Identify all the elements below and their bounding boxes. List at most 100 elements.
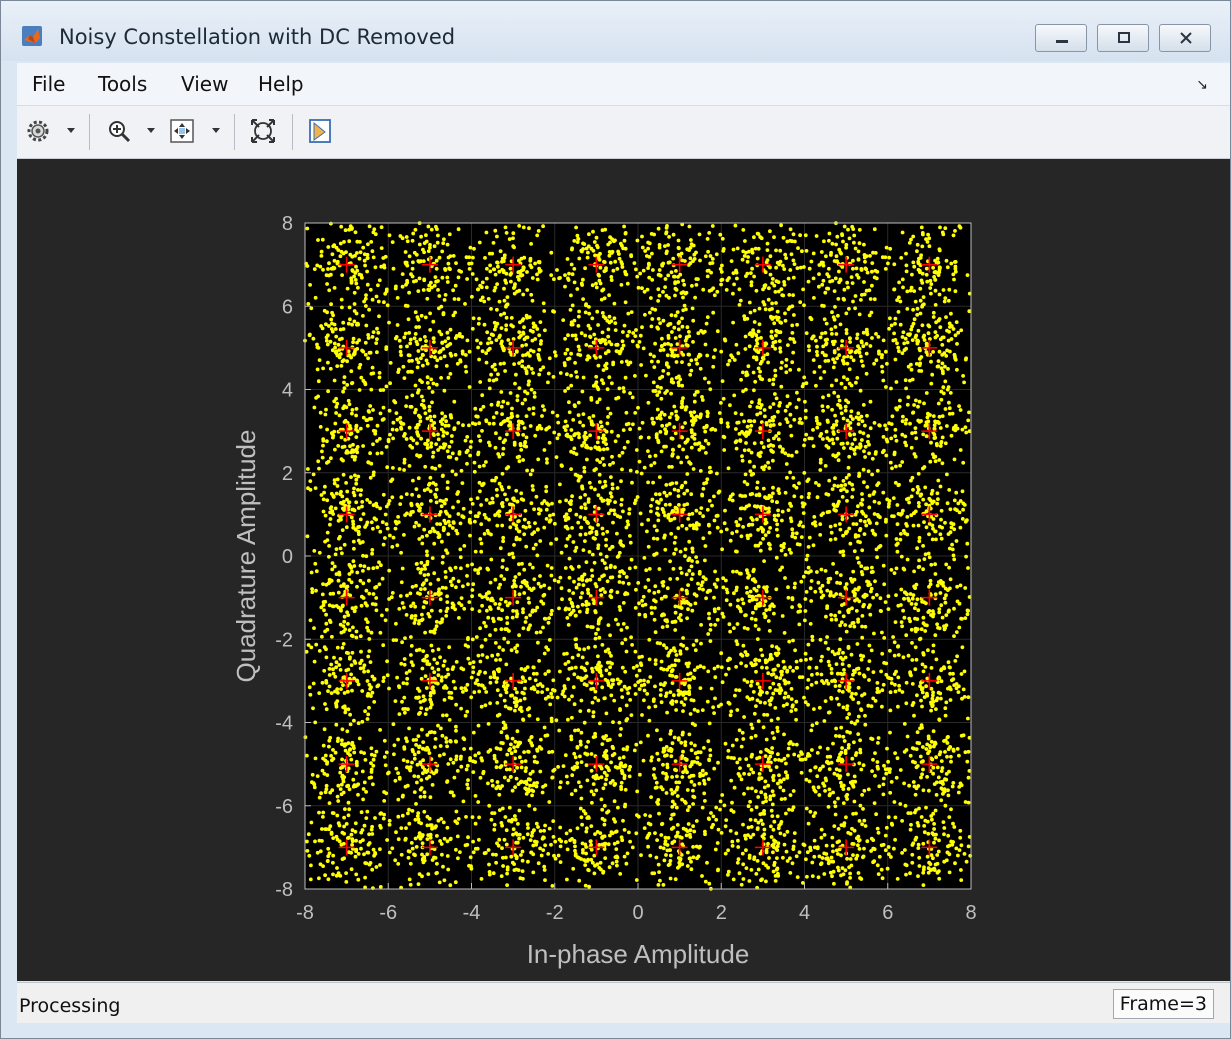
received-symbol-point: [522, 691, 526, 696]
menu-file[interactable]: File: [32, 72, 65, 96]
received-symbol-point: [374, 585, 379, 589]
received-symbol-point: [571, 540, 576, 544]
received-symbol-point: [595, 862, 600, 867]
received-symbol-point: [588, 839, 593, 843]
received-symbol-point: [610, 482, 615, 487]
title-bar[interactable]: Noisy Constellation with DC Removed: [1, 1, 1230, 61]
menu-help[interactable]: Help: [258, 72, 304, 96]
received-symbol-point: [644, 568, 649, 573]
received-symbol-point: [547, 440, 552, 445]
gear-dropdown-caret-icon[interactable]: [67, 128, 75, 133]
received-symbol-point: [494, 431, 498, 436]
received-symbol-point: [436, 723, 440, 728]
received-symbol-point: [602, 561, 607, 565]
zoom-dropdown-caret-icon[interactable]: [147, 128, 155, 133]
received-symbol-point: [414, 252, 419, 257]
received-symbol-point: [501, 864, 505, 868]
received-symbol-point: [526, 826, 530, 830]
received-symbol-point: [367, 307, 371, 312]
received-symbol-point: [434, 487, 439, 492]
minimize-button[interactable]: [1035, 24, 1087, 52]
zoom-in-icon[interactable]: [106, 118, 132, 144]
received-symbol-point: [342, 619, 347, 624]
received-symbol-point: [388, 381, 392, 386]
received-symbol-point: [510, 788, 515, 793]
received-symbol-point: [352, 564, 357, 568]
received-symbol-point: [356, 285, 360, 290]
received-symbol-point: [352, 493, 357, 498]
received-symbol-point: [674, 481, 679, 485]
received-symbol-point: [469, 695, 474, 700]
received-symbol-point: [354, 849, 358, 854]
received-symbol-point: [488, 633, 492, 638]
received-symbol-point: [639, 471, 644, 476]
close-icon: [1180, 32, 1192, 44]
received-symbol-point: [454, 456, 459, 461]
received-symbol-point: [568, 597, 572, 602]
received-symbol-point: [551, 375, 556, 379]
received-symbol-point: [517, 386, 522, 390]
received-symbol-point: [562, 684, 567, 688]
received-symbol-point: [583, 502, 587, 507]
received-symbol-point: [323, 702, 327, 706]
received-symbol-point: [684, 758, 689, 762]
received-symbol-point: [375, 439, 379, 443]
received-symbol-point: [350, 688, 354, 693]
received-symbol-point: [669, 343, 673, 347]
received-symbol-point: [531, 546, 536, 551]
maximize-button[interactable]: [1097, 24, 1149, 52]
received-symbol-point: [453, 283, 458, 288]
received-symbol-point: [334, 704, 339, 709]
received-symbol-point: [367, 776, 372, 780]
received-symbol-point: [425, 442, 430, 447]
fit-dropdown-caret-icon[interactable]: [212, 128, 220, 133]
received-symbol-point: [621, 747, 626, 751]
received-symbol-point: [584, 683, 589, 688]
menu-view[interactable]: View: [181, 72, 228, 96]
received-symbol-point: [661, 348, 666, 352]
received-symbol-point: [593, 487, 597, 492]
received-symbol-point: [424, 654, 429, 659]
received-symbol-point: [417, 259, 421, 264]
received-symbol-point: [614, 617, 618, 622]
received-symbol-point: [414, 339, 419, 344]
legend-icon[interactable]: [307, 118, 333, 144]
received-symbol-point: [409, 604, 413, 608]
received-symbol-point: [605, 529, 610, 534]
close-button[interactable]: [1159, 24, 1211, 52]
received-symbol-point: [438, 356, 443, 361]
received-symbol-point: [317, 795, 322, 800]
received-symbol-point: [683, 421, 687, 425]
received-symbol-point: [503, 225, 508, 230]
received-symbol-point: [326, 389, 330, 394]
received-symbol-point: [706, 669, 711, 674]
received-symbol-point: [598, 251, 602, 256]
received-symbol-point: [350, 507, 355, 512]
received-symbol-point: [528, 424, 533, 428]
received-symbol-point: [569, 611, 574, 615]
received-symbol-point: [379, 451, 384, 455]
gear-icon[interactable]: [25, 118, 51, 144]
received-symbol-point: [499, 390, 504, 394]
received-symbol-point: [408, 882, 413, 887]
received-symbol-point: [674, 780, 679, 785]
received-symbol-point: [352, 546, 356, 551]
received-symbol-point: [517, 572, 522, 576]
autoscale-icon[interactable]: [250, 118, 276, 144]
received-symbol-point: [512, 700, 517, 705]
constellation-chart[interactable]: -8 -6 -4 -2 0 2 4 6 8-8-6-4-202468In-phase Ampli…: [17, 159, 1230, 981]
received-symbol-point: [342, 542, 347, 547]
received-symbol-point: [474, 277, 479, 282]
received-symbol-point: [343, 418, 348, 423]
received-symbol-point: [509, 423, 513, 427]
fit-view-icon[interactable]: [169, 118, 195, 144]
received-symbol-point: [419, 560, 424, 565]
received-symbol-point: [577, 435, 581, 440]
received-symbol-point: [527, 407, 532, 411]
menu-tools[interactable]: Tools: [98, 72, 147, 96]
dock-arrow-icon[interactable]: ↘: [1196, 76, 1208, 93]
received-symbol-point: [617, 386, 622, 391]
received-symbol-point: [446, 336, 451, 341]
received-symbol-point: [566, 333, 570, 338]
received-symbol-point: [578, 676, 583, 680]
